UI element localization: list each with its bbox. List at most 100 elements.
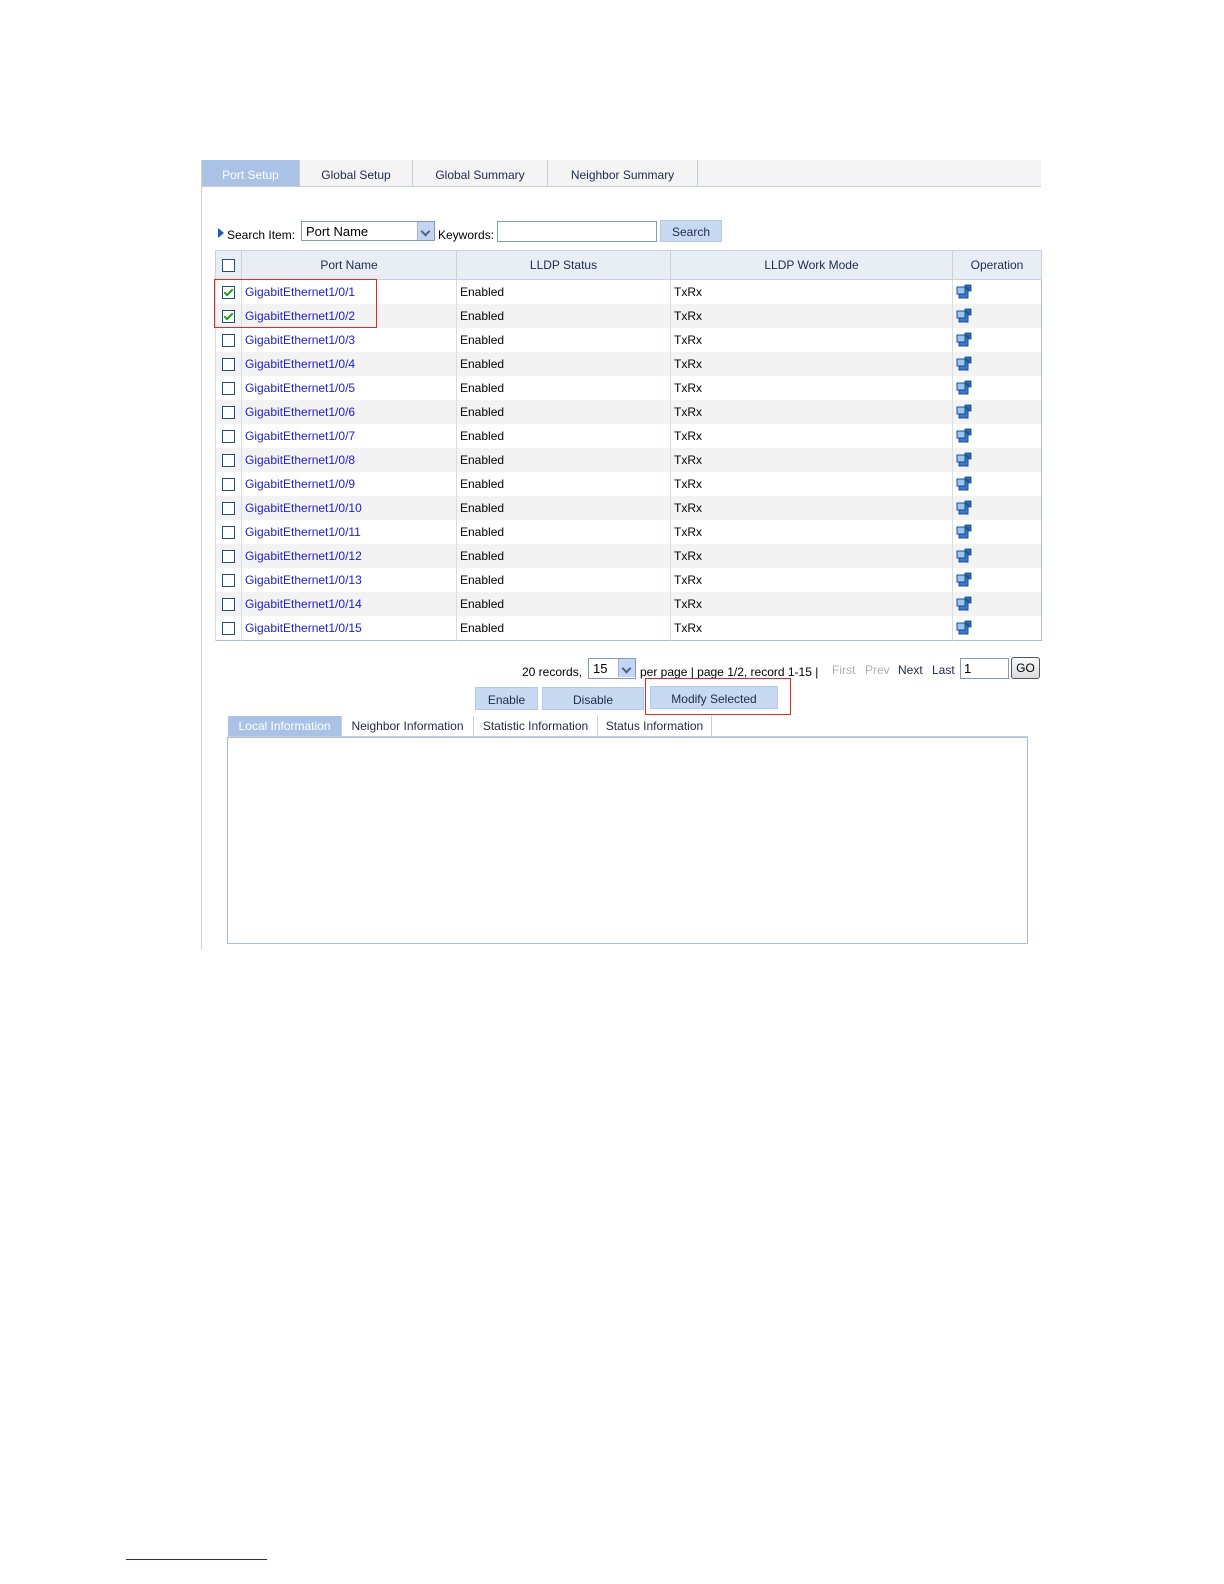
modify-icon[interactable]	[956, 620, 972, 636]
modify-icon[interactable]	[956, 476, 972, 492]
lldp-work-mode-cell: TxRx	[670, 400, 953, 424]
select-all-cell	[215, 250, 242, 280]
row-checkbox[interactable]	[222, 382, 235, 396]
keywords-input[interactable]	[497, 221, 657, 242]
lldp-work-mode-cell: TxRx	[670, 448, 953, 472]
row-checkbox[interactable]	[222, 334, 235, 348]
modify-icon[interactable]	[956, 500, 972, 516]
operation-cell	[952, 568, 1042, 592]
select-all-checkbox[interactable]	[222, 259, 235, 273]
port-link[interactable]: GigabitEthernet1/0/5	[245, 381, 355, 395]
port-link[interactable]: GigabitEthernet1/0/6	[245, 405, 355, 419]
row-checkbox[interactable]	[222, 574, 235, 588]
port-link[interactable]: GigabitEthernet1/0/14	[245, 597, 362, 611]
port-link[interactable]: GigabitEthernet1/0/12	[245, 549, 362, 563]
search-item-select[interactable]: Port Name	[301, 221, 435, 241]
tab-global-setup[interactable]: Global Setup	[300, 160, 413, 186]
modify-icon[interactable]	[956, 572, 972, 588]
lldp-work-mode-cell: TxRx	[670, 592, 953, 616]
operation-cell	[952, 304, 1042, 328]
operation-cell	[952, 592, 1042, 616]
table-row: GigabitEthernet1/0/13 Enabled TxRx	[215, 568, 1042, 592]
operation-cell	[952, 520, 1042, 544]
row-checkbox[interactable]	[222, 430, 235, 444]
prev-page-link[interactable]: Prev	[865, 663, 890, 677]
modify-icon[interactable]	[956, 548, 972, 564]
disable-button[interactable]: Disable	[542, 687, 644, 710]
port-link[interactable]: GigabitEthernet1/0/10	[245, 501, 362, 515]
port-name-cell: GigabitEthernet1/0/13	[241, 568, 457, 592]
modify-icon[interactable]	[956, 452, 972, 468]
modify-icon[interactable]	[956, 308, 972, 324]
chevron-down-icon[interactable]	[417, 222, 434, 240]
tab-neighbor-information[interactable]: Neighbor Information	[342, 716, 474, 736]
operation-cell	[952, 400, 1042, 424]
tab-global-summary[interactable]: Global Summary	[413, 160, 548, 186]
port-name-cell: GigabitEthernet1/0/7	[241, 424, 457, 448]
information-panel	[227, 737, 1028, 944]
tab-neighbor-summary[interactable]: Neighbor Summary	[548, 160, 698, 186]
lldp-work-mode-cell: TxRx	[670, 472, 953, 496]
row-select-cell	[215, 328, 242, 352]
port-link[interactable]: GigabitEthernet1/0/7	[245, 429, 355, 443]
expand-arrow-icon	[218, 228, 224, 238]
tab-status-information[interactable]: Status Information	[598, 716, 712, 736]
row-checkbox[interactable]	[222, 598, 235, 612]
port-name-cell: GigabitEthernet1/0/14	[241, 592, 457, 616]
row-select-cell	[215, 592, 242, 616]
operation-cell	[952, 424, 1042, 448]
port-link[interactable]: GigabitEthernet1/0/11	[245, 525, 361, 539]
tab-statistic-information[interactable]: Statistic Information	[474, 716, 598, 736]
modify-icon[interactable]	[956, 404, 972, 420]
tab-local-information[interactable]: Local Information	[228, 716, 342, 736]
modify-icon[interactable]	[956, 428, 972, 444]
page-size-select[interactable]: 15	[588, 658, 636, 679]
operation-cell	[952, 376, 1042, 400]
go-button[interactable]: GO	[1011, 657, 1040, 679]
row-select-cell	[215, 496, 242, 520]
page-number-input[interactable]: 1	[960, 658, 1009, 679]
search-item-value: Port Name	[306, 224, 369, 239]
row-checkbox[interactable]	[222, 454, 235, 468]
row-checkbox[interactable]	[222, 622, 235, 636]
row-checkbox[interactable]	[222, 406, 235, 420]
lldp-work-mode-cell: TxRx	[670, 304, 953, 328]
column-header-port-name[interactable]: Port Name	[241, 250, 457, 280]
first-page-link[interactable]: First	[832, 663, 855, 677]
tab-port-setup[interactable]: Port Setup	[202, 160, 300, 186]
column-header-lldp-work-mode[interactable]: LLDP Work Mode	[670, 250, 953, 280]
port-link[interactable]: GigabitEthernet1/0/13	[245, 573, 362, 587]
lldp-status-cell: Enabled	[456, 568, 671, 592]
modify-icon[interactable]	[956, 596, 972, 612]
enable-button[interactable]: Enable	[475, 687, 538, 710]
modify-icon[interactable]	[956, 332, 972, 348]
column-header-lldp-status[interactable]: LLDP Status	[456, 250, 671, 280]
modify-icon[interactable]	[956, 284, 972, 300]
page-size-value: 15	[593, 661, 608, 676]
row-checkbox[interactable]	[222, 478, 235, 492]
port-link[interactable]: GigabitEthernet1/0/8	[245, 453, 355, 467]
row-checkbox[interactable]	[222, 358, 235, 372]
modify-icon[interactable]	[956, 524, 972, 540]
table-row: GigabitEthernet1/0/6 Enabled TxRx	[215, 400, 1042, 424]
port-link[interactable]: GigabitEthernet1/0/3	[245, 333, 355, 347]
modify-icon[interactable]	[956, 356, 972, 372]
row-select-cell	[215, 520, 242, 544]
chevron-down-icon[interactable]	[618, 659, 635, 677]
port-link[interactable]: GigabitEthernet1/0/15	[245, 621, 362, 635]
port-link[interactable]: GigabitEthernet1/0/4	[245, 357, 355, 371]
search-button[interactable]: Search	[660, 220, 722, 242]
port-link[interactable]: GigabitEthernet1/0/9	[245, 477, 355, 491]
row-checkbox[interactable]	[222, 550, 235, 564]
table-row: GigabitEthernet1/0/5 Enabled TxRx	[215, 376, 1042, 400]
row-checkbox[interactable]	[222, 526, 235, 540]
search-item-label: Search Item:	[227, 228, 296, 242]
table-row: GigabitEthernet1/0/10 Enabled TxRx	[215, 496, 1042, 520]
last-page-link[interactable]: Last	[932, 663, 955, 677]
row-checkbox[interactable]	[222, 502, 235, 516]
modify-icon[interactable]	[956, 380, 972, 396]
lldp-work-mode-cell: TxRx	[670, 616, 953, 641]
next-page-link[interactable]: Next	[898, 663, 923, 677]
lldp-work-mode-cell: TxRx	[670, 520, 953, 544]
port-name-cell: GigabitEthernet1/0/5	[241, 376, 457, 400]
